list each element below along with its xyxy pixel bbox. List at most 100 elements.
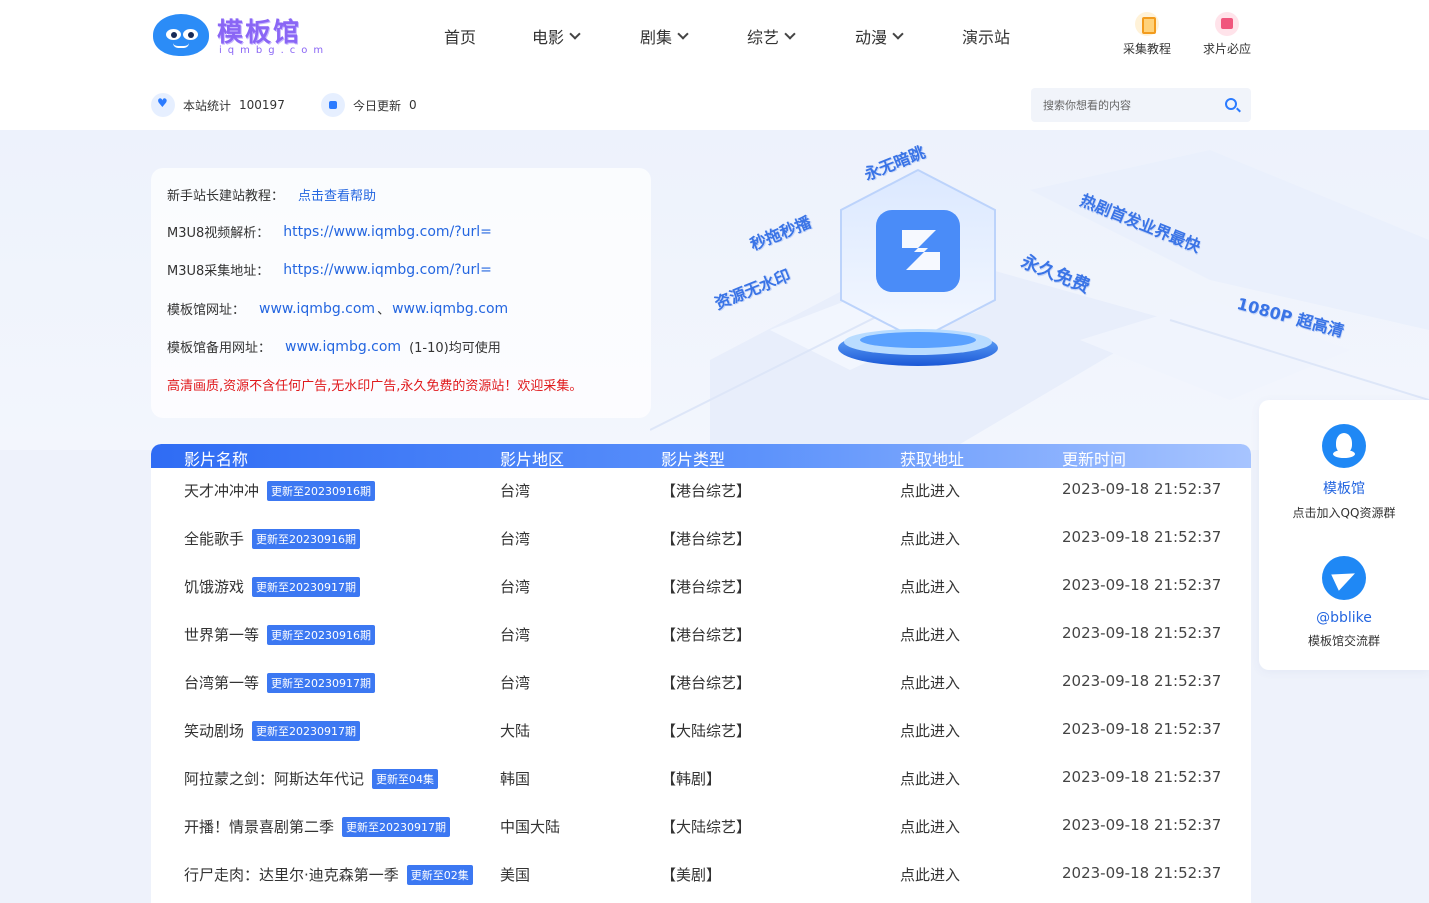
video-type: 【港台综艺】 [661, 482, 752, 500]
site-url-link-2[interactable]: www.iqmbg.com [392, 301, 508, 317]
update-badge: 更新至04集 [372, 768, 439, 789]
tutorial-link[interactable]: 点击查看帮助 [298, 185, 376, 204]
side-name: 模板馆 [1323, 481, 1365, 497]
stat-value: 0 [409, 98, 417, 112]
update-time: 2023-09-18 21:52:37 [1062, 672, 1222, 690]
table-row: 阿拉蒙之剑：阿斯达年代记 更新至04集 韩国 【韩剧】 点此进入 2023-09-… [151, 756, 1251, 804]
header-name: 影片名称 [184, 450, 249, 469]
video-region: 大陆 [500, 722, 531, 740]
video-title[interactable]: 开播！情景喜剧第二季 更新至20230917期 [184, 816, 451, 837]
video-title[interactable]: 饥饿游戏 更新至20230917期 [184, 576, 361, 597]
enter-link[interactable]: 点此进入 [900, 480, 960, 501]
info-backup-url: 模板馆备用网址： www.iqmbg.com (1-10)均可使用 [167, 338, 501, 357]
search-box [1031, 88, 1251, 122]
video-type: 【港台综艺】 [661, 530, 752, 548]
enter-link[interactable]: 点此进入 [900, 624, 960, 645]
video-title[interactable]: 台湾第一等 更新至20230917期 [184, 672, 376, 693]
enter-link[interactable]: 点此进入 [900, 528, 960, 549]
stat-today: 今日更新 0 [321, 93, 417, 117]
qq-group-link[interactable]: 模板馆 点击加入QQ资源群 [1259, 424, 1429, 521]
side-desc: 模板馆交流群 [1307, 634, 1380, 648]
video-region: 台湾 [500, 482, 531, 500]
video-type: 【大陆综艺】 [661, 818, 752, 836]
update-badge: 更新至20230916期 [267, 624, 376, 645]
chevron-down-icon [892, 28, 904, 40]
update-time: 2023-09-18 21:52:37 [1062, 816, 1222, 834]
site-url-link-1[interactable]: www.iqmbg.com [259, 301, 375, 317]
header-link: 获取地址 [900, 450, 965, 469]
info-m3u8-collect: M3U8采集地址： https://www.iqmbg.com/?url= [167, 261, 492, 280]
side-desc: 点击加入QQ资源群 [1292, 506, 1396, 520]
stat-label: 今日更新 [353, 98, 402, 113]
update-time: 2023-09-18 21:52:37 [1062, 864, 1222, 882]
chevron-down-icon [569, 28, 581, 40]
video-type: 【美剧】 [661, 866, 722, 884]
video-title[interactable]: 阿拉蒙之剑：阿斯达年代记 更新至04集 [184, 768, 439, 789]
video-type: 【大陆综艺】 [661, 722, 752, 740]
nav-variety[interactable]: 综艺 [747, 24, 796, 48]
video-title[interactable]: 天才冲冲冲 更新至20230916期 [184, 480, 376, 501]
nav-home[interactable]: 首页 [444, 24, 476, 48]
video-region: 韩国 [500, 770, 531, 788]
video-title[interactable]: 行尸走肉：达里尔·迪克森第一季 更新至02集 [184, 864, 473, 885]
logo-subtitle: iqmbg.com [219, 45, 330, 56]
enter-link[interactable]: 点此进入 [900, 864, 960, 885]
video-type: 【韩剧】 [661, 770, 722, 788]
nav-demo[interactable]: 演示站 [962, 24, 1010, 48]
chevron-down-icon [784, 28, 796, 40]
table-row: 全能歌手 更新至20230916期 台湾 【港台综艺】 点此进入 2023-09-… [151, 516, 1251, 564]
table-row: 开播！情景喜剧第二季 更新至20230917期 中国大陆 【大陆综艺】 点此进入 … [151, 804, 1251, 852]
quick-link-tutorial[interactable]: 采集教程 [1117, 12, 1177, 57]
heart-icon [151, 93, 175, 117]
backup-url-link[interactable]: www.iqmbg.com [285, 339, 401, 355]
table-row: 行尸走肉：达里尔·迪克森第一季 更新至02集 美国 【美剧】 点此进入 2023-… [151, 852, 1251, 900]
enter-link[interactable]: 点此进入 [900, 816, 960, 837]
video-region: 台湾 [500, 578, 531, 596]
video-region: 台湾 [500, 674, 531, 692]
video-region: 台湾 [500, 626, 531, 644]
stat-value: 100197 [239, 98, 285, 112]
enter-link[interactable]: 点此进入 [900, 768, 960, 789]
telegram-group-link[interactable]: @bblike 模板馆交流群 [1259, 556, 1429, 649]
table-row: 世界第一等 更新至20230916期 台湾 【港台综艺】 点此进入 2023-09… [151, 612, 1251, 660]
video-table: 影片名称 影片地区 影片类型 获取地址 更新时间 天才冲冲冲 更新至2023091… [151, 444, 1251, 903]
update-time: 2023-09-18 21:52:37 [1062, 624, 1222, 642]
telegram-icon [1322, 556, 1366, 600]
m3u8-collect-link[interactable]: https://www.iqmbg.com/?url= [283, 262, 492, 278]
update-badge: 更新至02集 [406, 864, 473, 885]
enter-link[interactable]: 点此进入 [900, 672, 960, 693]
search-input[interactable] [1043, 98, 1223, 112]
chevron-down-icon [677, 28, 689, 40]
nav-series[interactable]: 剧集 [640, 24, 689, 48]
stat-total: 本站统计 100197 [151, 93, 285, 117]
side-contact-panel: 模板馆 点击加入QQ资源群 @bblike 模板馆交流群 [1259, 400, 1429, 670]
table-header: 影片名称 影片地区 影片类型 获取地址 更新时间 [151, 444, 1251, 469]
stat-label: 本站统计 [183, 98, 232, 113]
enter-link[interactable]: 点此进入 [900, 576, 960, 597]
info-notice: 高清画质,资源不含任何广告,无水印广告,永久免费的资源站！欢迎采集。 [167, 379, 583, 394]
mascot-icon [153, 14, 209, 56]
calendar-icon [321, 93, 345, 117]
video-title[interactable]: 世界第一等 更新至20230916期 [184, 624, 376, 645]
update-badge: 更新至20230916期 [252, 528, 361, 549]
header-type: 影片类型 [661, 450, 726, 469]
header-time: 更新时间 [1062, 450, 1127, 469]
enter-link[interactable]: 点此进入 [900, 720, 960, 741]
video-type: 【港台综艺】 [661, 674, 752, 692]
info-card: 新手站长建站教程： 点击查看帮助 M3U8视频解析： https://www.i… [151, 168, 651, 418]
update-badge: 更新至20230917期 [252, 720, 361, 741]
video-title[interactable]: 全能歌手 更新至20230916期 [184, 528, 361, 549]
m3u8-parse-link[interactable]: https://www.iqmbg.com/?url= [283, 224, 492, 240]
video-region: 美国 [500, 866, 531, 884]
nav-movies[interactable]: 电影 [532, 24, 581, 48]
nav-anime[interactable]: 动漫 [855, 24, 904, 48]
qq-icon [1322, 424, 1366, 468]
video-region: 台湾 [500, 530, 531, 548]
film-request-icon [1215, 12, 1239, 36]
video-title[interactable]: 笑动剧场 更新至20230917期 [184, 720, 361, 741]
info-site-url: 模板馆网址： www.iqmbg.com 、 www.iqmbg.com [167, 300, 509, 319]
site-logo[interactable]: 模板馆 iqmbg.com [153, 12, 328, 58]
search-icon[interactable] [1225, 98, 1237, 110]
table-row: 天才冲冲冲 更新至20230916期 台湾 【港台综艺】 点此进入 2023-09… [151, 468, 1251, 516]
quick-link-request[interactable]: 求片必应 [1197, 12, 1257, 57]
